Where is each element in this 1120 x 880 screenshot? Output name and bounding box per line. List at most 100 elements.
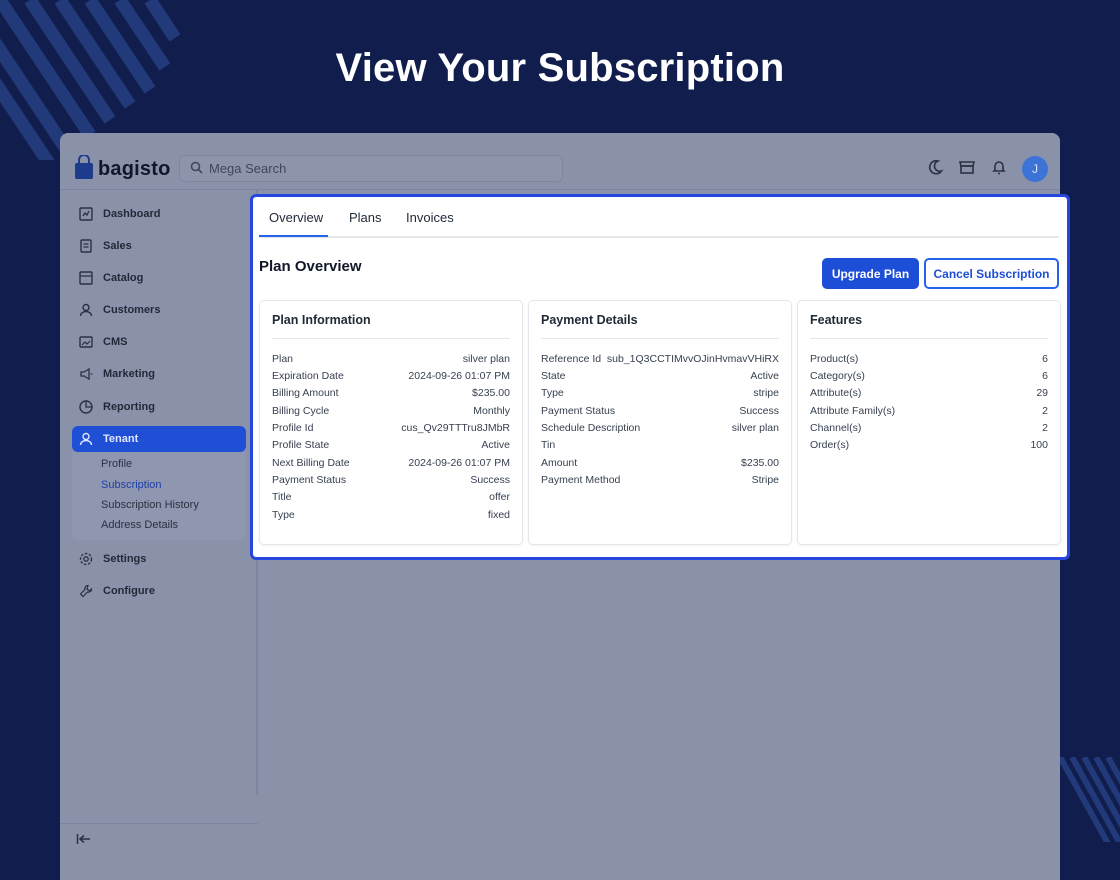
marketing-icon <box>78 366 94 382</box>
info-row: Type stripe <box>541 385 779 402</box>
info-row: Profile Id cus_Qv29TTTru8JMbR <box>272 419 510 436</box>
row-value: stripe <box>753 387 779 400</box>
sidebar-item-label: CMS <box>103 336 128 348</box>
row-label: Next Billing Date <box>272 456 350 469</box>
sidebar-item-settings[interactable]: Settings <box>72 546 246 572</box>
sidebar-item-marketing[interactable]: Marketing <box>72 361 246 387</box>
row-label: Type <box>541 387 564 400</box>
info-row: Tin <box>541 437 779 454</box>
submenu-item-address-details[interactable]: Address Details <box>101 519 178 531</box>
sidebar-item-configure[interactable]: Configure <box>72 578 246 604</box>
row-label: Schedule Description <box>541 422 641 435</box>
info-row: Profile State Active <box>272 437 510 454</box>
submenu-item-profile[interactable]: Profile <box>101 458 132 470</box>
dark-mode-icon[interactable] <box>926 158 944 181</box>
row-label: Payment Method <box>541 474 621 487</box>
row-label: Type <box>272 508 295 521</box>
row-value: 2024-09-26 01:07 PM <box>408 370 510 383</box>
sidebar-item-cms[interactable]: CMS <box>72 329 246 355</box>
info-row: Payment Method Stripe <box>541 471 779 488</box>
info-row: State Active <box>541 367 779 384</box>
bell-icon[interactable] <box>990 158 1008 181</box>
plan-overview-title: Plan Overview <box>259 258 362 275</box>
cms-icon <box>78 334 94 350</box>
top-bar: bagisto Mega Search J <box>60 133 1060 190</box>
feature-row: Attribute Family(s) 2 <box>810 402 1048 419</box>
sidebar-item-label: Configure <box>103 585 155 597</box>
row-label: Payment Status <box>541 404 616 417</box>
row-value: cus_Qv29TTTru8JMbR <box>401 422 510 435</box>
cancel-subscription-button[interactable]: Cancel Subscription <box>924 258 1059 289</box>
row-label: Product(s) <box>810 352 859 365</box>
divider <box>272 338 510 339</box>
info-row: Amount $235.00 <box>541 454 779 471</box>
row-value: fixed <box>487 508 510 521</box>
sidebar-item-label: Tenant <box>103 433 139 445</box>
sidebar-item-catalog[interactable]: Catalog <box>72 265 246 291</box>
upgrade-plan-button[interactable]: Upgrade Plan <box>822 258 919 289</box>
logo[interactable]: bagisto <box>74 154 171 184</box>
row-label: Amount <box>541 456 578 469</box>
decorative-stripes <box>1060 757 1120 842</box>
tenant-icon <box>78 431 94 447</box>
sidebar-item-label: Sales <box>103 240 132 252</box>
row-value: 2 <box>1042 422 1048 435</box>
sidebar-item-tenant[interactable]: Tenant <box>72 426 246 452</box>
row-value: 6 <box>1042 370 1048 383</box>
row-label: Attribute(s) <box>810 387 862 400</box>
tab-plans[interactable]: Plans <box>349 210 382 225</box>
tab-invoices[interactable]: Invoices <box>406 210 454 225</box>
sidebar-item-label: Reporting <box>103 401 155 413</box>
info-row: Payment Status Success <box>272 471 510 488</box>
row-value: Active <box>481 439 510 452</box>
info-row: Schedule Description silver plan <box>541 419 779 436</box>
row-value: $235.00 <box>472 387 510 400</box>
info-row: Next Billing Date 2024-09-26 01:07 PM <box>272 454 510 471</box>
tab-overview[interactable]: Overview <box>269 210 323 225</box>
row-label: Attribute Family(s) <box>810 404 896 417</box>
sidebar-item-sales[interactable]: Sales <box>72 233 246 259</box>
row-value: 6 <box>1042 352 1048 365</box>
submenu-item-subscription-history[interactable]: Subscription History <box>101 499 199 511</box>
divider <box>541 338 779 339</box>
info-row: Title offer <box>272 489 510 506</box>
row-label: Profile Id <box>272 422 314 435</box>
search-placeholder: Mega Search <box>209 161 287 176</box>
row-value: Success <box>739 404 779 417</box>
avatar[interactable]: J <box>1022 156 1048 182</box>
row-value: 2024-09-26 01:07 PM <box>408 456 510 469</box>
info-row: Expiration Date 2024-09-26 01:07 PM <box>272 367 510 384</box>
sidebar-item-customers[interactable]: Customers <box>72 297 246 323</box>
card-title: Features <box>810 313 863 327</box>
collapse-sidebar-button[interactable] <box>60 823 258 853</box>
collapse-icon <box>76 832 92 849</box>
sidebar-item-label: Catalog <box>103 272 144 284</box>
row-label: Order(s) <box>810 439 850 452</box>
row-value: 29 <box>1036 387 1048 400</box>
row-label: Channel(s) <box>810 422 862 435</box>
search-icon <box>190 161 203 177</box>
sales-icon <box>78 238 94 254</box>
feature-row: Category(s) 6 <box>810 367 1048 384</box>
sidebar-item-label: Marketing <box>103 368 155 380</box>
row-label: Expiration Date <box>272 370 344 383</box>
info-row: Reference Id sub_1Q3CCTIMvvOJinHvmavVHiRX <box>541 350 779 367</box>
row-label: Category(s) <box>810 370 865 383</box>
submenu-item-subscription[interactable]: Subscription <box>101 479 162 491</box>
hero-title: View Your Subscription <box>335 46 785 90</box>
card-title: Payment Details <box>541 313 638 327</box>
row-value: 2 <box>1042 404 1048 417</box>
storefront-icon[interactable] <box>958 158 976 181</box>
logo-text: bagisto <box>98 158 171 180</box>
row-value: $235.00 <box>741 456 779 469</box>
sidebar-item-reporting[interactable]: Reporting <box>72 394 246 420</box>
row-value: Monthly <box>473 404 510 417</box>
sidebar-item-label: Customers <box>103 304 161 316</box>
row-label: Profile State <box>272 439 330 452</box>
top-actions: J <box>926 156 1048 182</box>
search-input[interactable]: Mega Search <box>179 155 563 182</box>
row-label: State <box>541 370 566 383</box>
sidebar-item-dashboard[interactable]: Dashboard <box>72 201 246 227</box>
feature-row: Product(s) 6 <box>810 350 1048 367</box>
divider <box>810 338 1048 339</box>
